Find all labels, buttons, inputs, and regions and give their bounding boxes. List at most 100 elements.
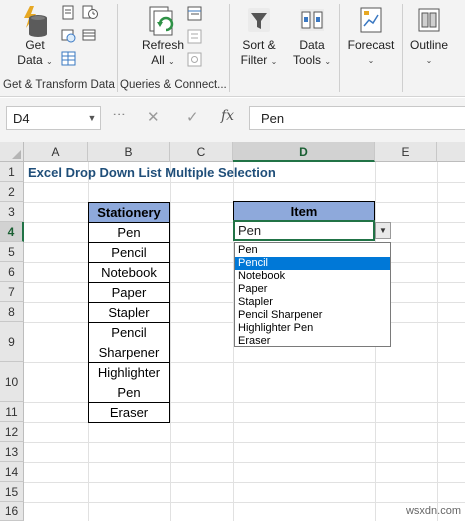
chevron-down-icon: ⌄: [270, 57, 278, 66]
dropdown-option[interactable]: Paper: [235, 283, 390, 296]
row-header-3[interactable]: 3: [0, 202, 24, 222]
enter-icon[interactable]: ✓: [186, 108, 199, 126]
stationery-cell[interactable]: Pen: [88, 222, 170, 243]
stationery-cell[interactable]: Pencil: [88, 242, 170, 263]
insert-function-icon[interactable]: fx: [221, 108, 234, 124]
formula-bar: D4 ▼ ⋮ ✕ ✓ fx Pen: [0, 98, 465, 142]
formula-input[interactable]: Pen: [249, 106, 465, 130]
data-tools-label-2: Tools ⌄: [292, 53, 332, 67]
row-header-15[interactable]: 15: [0, 482, 24, 502]
dropdown-option[interactable]: Pen: [235, 244, 390, 257]
refresh-all-label-2: All ⌄: [151, 53, 175, 67]
row-header-1[interactable]: 1: [0, 162, 24, 182]
group-get-transform: Get Data ⌄ Get & Transform Data: [0, 0, 116, 97]
row-header-5[interactable]: 5: [0, 242, 24, 262]
dropdown-option[interactable]: Notebook: [235, 270, 390, 283]
get-data-label-1: Get: [25, 38, 45, 52]
dropdown-option[interactable]: Stapler: [235, 296, 390, 309]
gridline: [170, 162, 171, 521]
row-header-10[interactable]: 10: [0, 362, 24, 402]
from-text-icon[interactable]: [61, 5, 76, 20]
dropdown-arrow-icon[interactable]: ▼: [375, 222, 391, 239]
stationery-cell[interactable]: Stapler: [88, 302, 170, 323]
get-data-label-2: Data ⌄: [17, 53, 53, 67]
gridline: [24, 182, 465, 183]
chevron-down-icon: ⌄: [425, 56, 433, 65]
row-header-9[interactable]: 9: [0, 322, 24, 362]
outline-button[interactable]: Outline ⌄: [406, 4, 452, 68]
gridline: [24, 442, 465, 443]
item-header[interactable]: Item: [233, 201, 375, 222]
ribbon-separator: [339, 4, 340, 92]
gridline: [24, 462, 465, 463]
group-queries: Refresh All ⌄ Queries & Connect...: [118, 0, 229, 97]
stationery-cell[interactable]: Notebook: [88, 262, 170, 283]
stationery-cell[interactable]: Highlighter Pen: [88, 362, 170, 403]
dropdown-option-highlighted[interactable]: Pencil: [235, 257, 390, 270]
chevron-down-icon: ⌄: [324, 57, 332, 66]
forecast-icon: [360, 7, 382, 33]
chevron-down-icon: ⌄: [46, 57, 53, 66]
row-header-13[interactable]: 13: [0, 442, 24, 462]
stationery-cell[interactable]: Paper: [88, 282, 170, 303]
stationery-cell[interactable]: Eraser: [88, 402, 170, 423]
sort-filter-label-2: Filter ⌄: [240, 53, 278, 67]
sheet-title: Excel Drop Down List Multiple Selection: [28, 165, 276, 180]
existing-connections-icon[interactable]: [82, 28, 97, 43]
from-table-icon[interactable]: [61, 51, 76, 66]
dropdown-option[interactable]: Pencil Sharpener: [235, 309, 390, 322]
from-web-icon[interactable]: [61, 28, 76, 43]
sort-filter-button[interactable]: Sort & Filter ⌄: [236, 4, 282, 69]
row-header-11[interactable]: 11: [0, 402, 24, 422]
outline-icon: [418, 8, 440, 32]
outline-label: Outline: [409, 38, 449, 52]
forecast-button[interactable]: Forecast ⌄: [345, 4, 397, 68]
row-header-4[interactable]: 4: [0, 222, 24, 242]
forecast-label: Forecast: [347, 38, 395, 52]
chevron-down-icon[interactable]: ▼: [84, 106, 100, 130]
column-header-a[interactable]: A: [24, 142, 88, 162]
recent-sources-icon[interactable]: [82, 5, 98, 20]
stationery-cell[interactable]: Pencil Sharpener: [88, 322, 170, 363]
row-header-8[interactable]: 8: [0, 302, 24, 322]
group-label-get-transform: Get & Transform Data: [3, 79, 115, 91]
cancel-icon[interactable]: ✕: [147, 108, 160, 126]
column-header-c[interactable]: C: [170, 142, 233, 162]
dropdown-option[interactable]: Eraser: [235, 335, 390, 348]
properties-icon[interactable]: [187, 29, 202, 44]
worksheet-grid[interactable]: A B C D E 1 2 3 4 5 6 7 8 9 10 11 12 13 …: [0, 142, 465, 521]
group-label-queries: Queries & Connect...: [120, 79, 227, 91]
refresh-all-button[interactable]: Refresh All ⌄: [138, 4, 188, 69]
data-tools-label-1: Data: [299, 38, 325, 52]
column-header-f[interactable]: [437, 142, 465, 162]
data-tools-icon: [300, 9, 324, 31]
resize-handle-icon[interactable]: ⋮: [112, 108, 127, 122]
database-icon: [24, 6, 47, 37]
select-all-button[interactable]: [0, 142, 24, 162]
dropdown-option[interactable]: Highlighter Pen: [235, 322, 390, 335]
row-header-14[interactable]: 14: [0, 462, 24, 482]
item-dropdown-cell[interactable]: Pen: [233, 220, 375, 241]
refresh-icon: [149, 6, 174, 36]
filter-icon: [248, 8, 270, 32]
get-data-button[interactable]: Get Data ⌄: [10, 4, 60, 69]
row-header-2[interactable]: 2: [0, 182, 24, 202]
column-header-e[interactable]: E: [375, 142, 437, 162]
edit-links-icon[interactable]: [187, 52, 202, 67]
row-header-6[interactable]: 6: [0, 262, 24, 282]
data-tools-button[interactable]: Data Tools ⌄: [290, 4, 334, 69]
chevron-down-icon: ⌄: [167, 57, 175, 66]
row-header-16[interactable]: 16: [0, 502, 24, 521]
gridline: [24, 502, 465, 503]
ribbon-separator: [402, 4, 403, 92]
column-header-d[interactable]: D: [233, 142, 375, 162]
column-header-b[interactable]: B: [88, 142, 170, 162]
row-header-12[interactable]: 12: [0, 422, 24, 442]
queries-connections-icon[interactable]: [187, 6, 202, 21]
dropdown-list[interactable]: Pen Pencil Notebook Paper Stapler Pencil…: [234, 242, 391, 347]
ribbon: Get Data ⌄ Get & Transform Data Refresh …: [0, 0, 465, 97]
sort-filter-label-1: Sort &: [242, 38, 276, 52]
stationery-header[interactable]: Stationery: [88, 202, 170, 223]
row-header-7[interactable]: 7: [0, 282, 24, 302]
ribbon-separator: [229, 4, 230, 92]
